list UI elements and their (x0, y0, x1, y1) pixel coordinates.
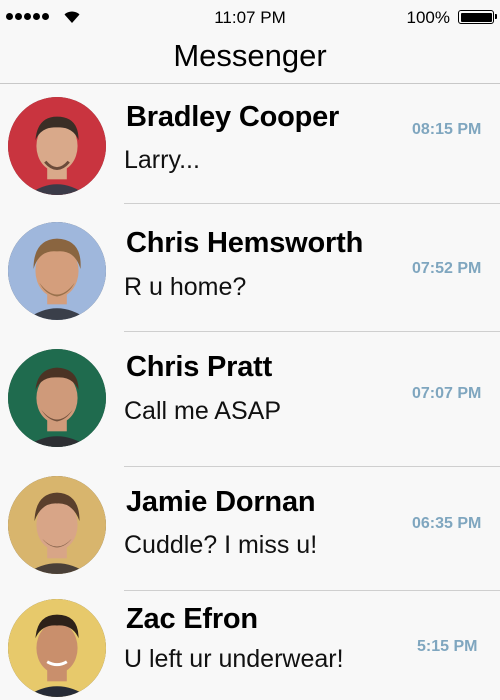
contact-name: Chris Pratt (126, 351, 273, 383)
avatar-portrait (8, 476, 106, 574)
page-title: Messenger (173, 38, 327, 73)
message-time: 5:15 PM (417, 638, 478, 655)
conversation-row[interactable]: Chris Hemsworth R u home? 07:52 PM (0, 204, 500, 332)
message-preview: Larry... (124, 146, 200, 174)
conversation-row[interactable]: Jamie Dornan Cuddle? I miss u! 06:35 PM (0, 467, 500, 591)
message-preview: Call me ASAP (124, 397, 282, 425)
contact-name: Chris Hemsworth (126, 227, 364, 259)
message-preview: Cuddle? I miss u! (124, 531, 318, 559)
avatar (8, 476, 106, 574)
message-time: 07:52 PM (412, 260, 482, 277)
status-bar: 11:07 PM 100% (0, 0, 500, 36)
contact-name: Bradley Cooper (126, 101, 340, 133)
battery-icon (458, 10, 497, 24)
avatar (8, 349, 106, 447)
conversation-row[interactable]: Zac Efron U left ur underwear! 5:15 PM (0, 591, 500, 700)
conversation-row[interactable]: Chris Pratt Call me ASAP 07:07 PM (0, 332, 500, 467)
avatar-portrait (8, 97, 106, 195)
conversation-list: Bradley Cooper Larry... 08:15 PM Chris H… (0, 84, 500, 700)
message-time: 07:07 PM (412, 385, 482, 402)
avatar-portrait (8, 349, 106, 447)
message-preview: R u home? (124, 273, 247, 301)
message-preview: U left ur underwear! (124, 645, 344, 673)
avatar (8, 97, 106, 195)
contact-name: Zac Efron (126, 603, 258, 635)
message-time: 08:15 PM (412, 121, 482, 138)
avatar-portrait (8, 599, 106, 697)
conversation-row[interactable]: Bradley Cooper Larry... 08:15 PM (0, 84, 500, 204)
battery-percent: 100% (406, 8, 450, 27)
avatar (8, 222, 106, 320)
message-time: 06:35 PM (412, 515, 482, 532)
avatar-portrait (8, 222, 106, 320)
avatar (8, 599, 106, 697)
contact-name: Jamie Dornan (126, 486, 316, 518)
